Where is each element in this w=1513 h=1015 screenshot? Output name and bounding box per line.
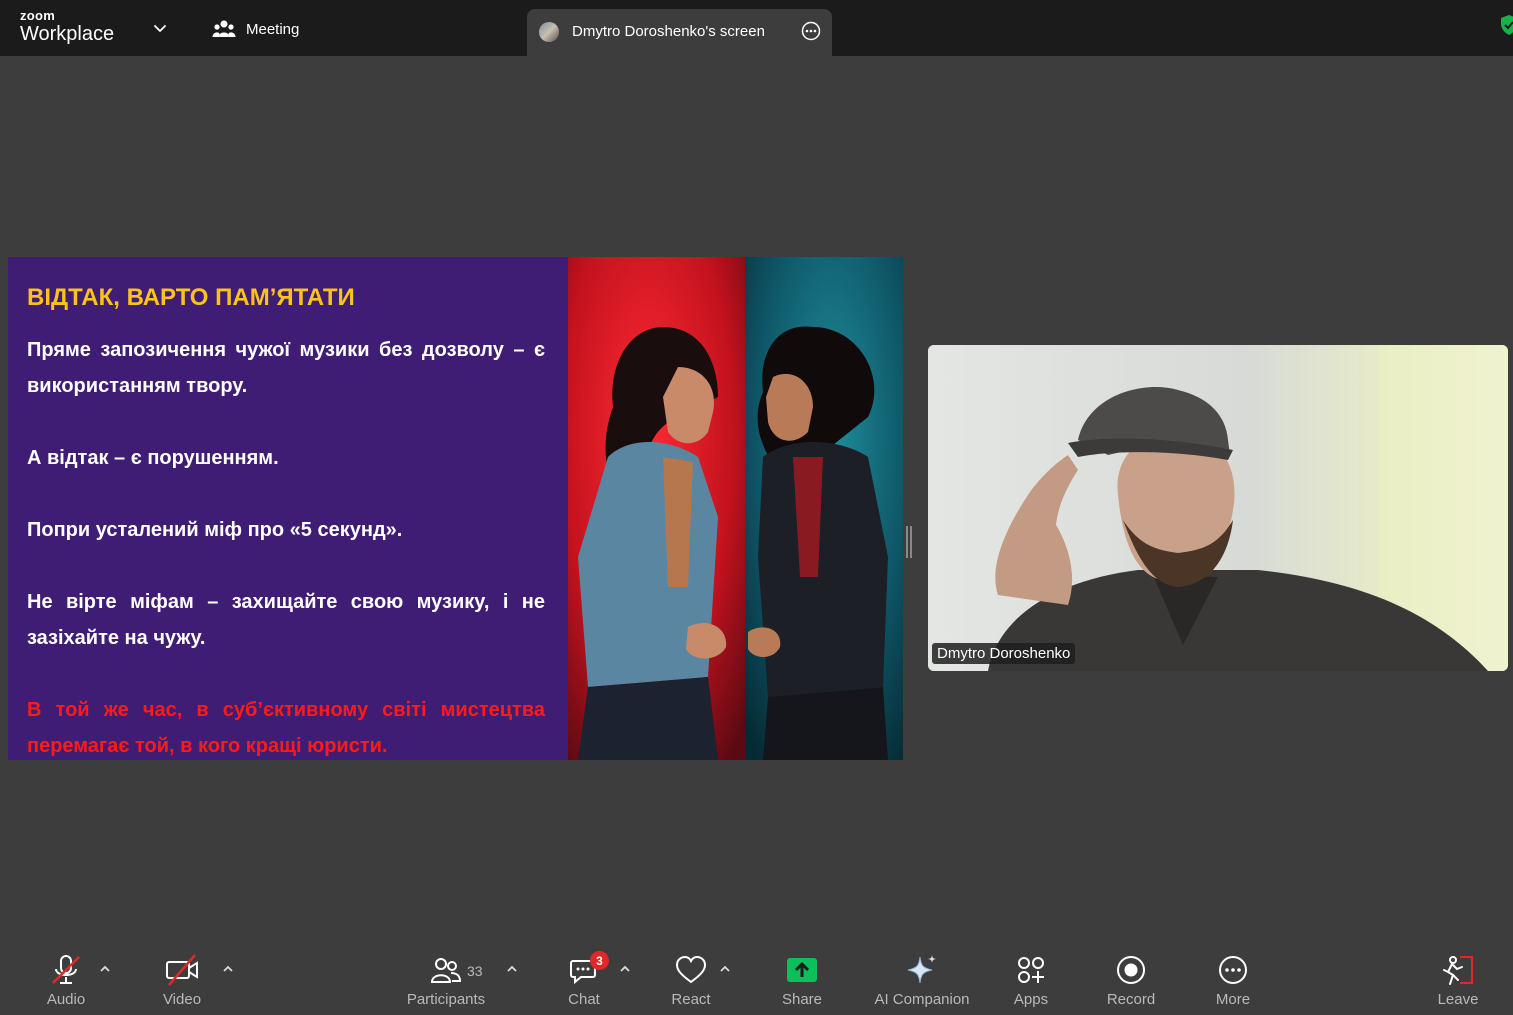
top-bar: zoom Workplace Meeting Dmytro Doroshenko… bbox=[0, 0, 1513, 56]
leave-label: Leave bbox=[1438, 991, 1479, 1008]
heart-icon bbox=[675, 955, 707, 985]
slide-paragraph-warning: В той же час, в суб’єктивному світі мист… bbox=[27, 692, 545, 760]
meeting-people-icon bbox=[212, 19, 236, 39]
audio-options-chevron-icon[interactable] bbox=[98, 962, 112, 976]
leave-button[interactable]: Leave bbox=[1436, 952, 1480, 1012]
video-frame bbox=[928, 345, 1508, 671]
meeting-label: Meeting bbox=[246, 21, 299, 38]
brand-workplace-text: Workplace bbox=[20, 24, 114, 44]
shared-screen-tab[interactable]: Dmytro Doroshenko's screen bbox=[527, 9, 832, 56]
react-label: React bbox=[671, 991, 710, 1008]
apps-button[interactable]: Apps bbox=[1010, 952, 1052, 1012]
more-icon bbox=[1217, 954, 1249, 986]
slide-paragraph-4: Не вірте міфам – захищайте свою музику, … bbox=[27, 584, 545, 656]
record-label: Record bbox=[1107, 991, 1155, 1008]
slide-paragraph-2: А відтак – є порушенням. bbox=[27, 440, 545, 476]
chat-button[interactable]: 3 Chat bbox=[562, 952, 606, 1012]
participant-video[interactable]: Dmytro Doroshenko bbox=[928, 345, 1508, 671]
participants-button[interactable]: Participants bbox=[400, 952, 492, 1012]
participants-options-chevron-icon[interactable] bbox=[505, 962, 519, 976]
brand-zoom-text: zoom bbox=[20, 9, 114, 22]
react-button[interactable]: React bbox=[668, 952, 714, 1012]
video-off-icon bbox=[165, 953, 199, 987]
sparkle-icon bbox=[905, 953, 939, 987]
video-label: Video bbox=[163, 991, 201, 1008]
meeting-tab[interactable]: Meeting bbox=[212, 18, 299, 40]
zoom-logo: zoom Workplace bbox=[20, 9, 114, 44]
apps-icon bbox=[1016, 955, 1046, 985]
participants-label: Participants bbox=[407, 991, 485, 1008]
slide-illustration bbox=[568, 257, 903, 760]
shield-check-icon[interactable] bbox=[1500, 14, 1513, 36]
audio-button[interactable]: Audio bbox=[40, 952, 92, 1012]
more-button[interactable]: More bbox=[1210, 952, 1256, 1012]
participant-name-tag: Dmytro Doroshenko bbox=[932, 643, 1075, 664]
apps-label: Apps bbox=[1014, 991, 1048, 1008]
chat-options-chevron-icon[interactable] bbox=[618, 962, 632, 976]
chevron-down-icon[interactable] bbox=[152, 20, 168, 36]
video-button[interactable]: Video bbox=[155, 952, 209, 1012]
more-label: More bbox=[1216, 991, 1250, 1008]
share-button[interactable]: Share bbox=[778, 952, 826, 1012]
ai-companion-button[interactable]: AI Companion bbox=[872, 952, 972, 1012]
slide-paragraph-1: Пряме запозичення чужої музики без дозво… bbox=[27, 332, 545, 404]
slide-paragraph-3: Попри усталений міф про «5 секунд». bbox=[27, 512, 545, 548]
leave-icon bbox=[1441, 954, 1475, 986]
share-label: Share bbox=[782, 991, 822, 1008]
participants-count: 33 bbox=[467, 963, 483, 979]
slide-title: ВІДТАК, ВАРТО ПАМ’ЯТАТИ bbox=[27, 284, 355, 312]
share-arrow-icon bbox=[786, 956, 818, 984]
screen-tab-label: Dmytro Doroshenko's screen bbox=[572, 23, 765, 40]
react-options-chevron-icon[interactable] bbox=[718, 962, 732, 976]
video-options-chevron-icon[interactable] bbox=[221, 962, 235, 976]
mic-muted-icon bbox=[49, 953, 83, 987]
participants-icon bbox=[431, 955, 461, 985]
ai-companion-label: AI Companion bbox=[874, 991, 969, 1008]
record-icon bbox=[1115, 954, 1147, 986]
panel-resize-handle[interactable] bbox=[906, 526, 912, 558]
slide-text-panel: ВІДТАК, ВАРТО ПАМ’ЯТАТИ Пряме запозиченн… bbox=[8, 257, 568, 760]
chat-unread-badge: 3 bbox=[590, 951, 609, 970]
shared-slide: ВІДТАК, ВАРТО ПАМ’ЯТАТИ Пряме запозиченн… bbox=[8, 257, 903, 760]
screen-share-thumb bbox=[539, 22, 559, 42]
more-options-icon[interactable] bbox=[801, 21, 821, 41]
chat-label: Chat bbox=[568, 991, 600, 1008]
audio-label: Audio bbox=[47, 991, 85, 1008]
record-button[interactable]: Record bbox=[1104, 952, 1158, 1012]
